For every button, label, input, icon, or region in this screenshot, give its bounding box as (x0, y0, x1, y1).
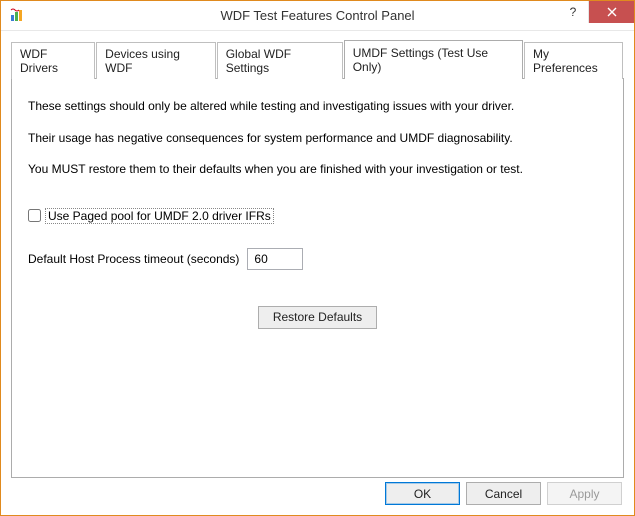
tab-global-wdf-settings[interactable]: Global WDF Settings (217, 42, 343, 79)
tab-label: WDF Drivers (20, 47, 58, 75)
paged-pool-checkbox[interactable] (28, 209, 41, 222)
tab-label: UMDF Settings (Test Use Only) (353, 46, 488, 74)
close-icon (607, 7, 617, 17)
info-paragraph-1: These settings should only be altered wh… (28, 99, 607, 115)
tab-label: Devices using WDF (105, 47, 180, 75)
dialog-button-row: OK Cancel Apply (385, 482, 622, 505)
help-button[interactable]: ? (558, 1, 588, 23)
info-paragraph-2: Their usage has negative consequences fo… (28, 131, 607, 147)
restore-defaults-row: Restore Defaults (28, 306, 607, 329)
tab-umdf-settings[interactable]: UMDF Settings (Test Use Only) (344, 40, 523, 79)
tab-wdf-drivers[interactable]: WDF Drivers (11, 42, 95, 79)
window-controls: ? (558, 1, 634, 23)
tab-label: Global WDF Settings (226, 47, 291, 75)
close-button[interactable] (588, 1, 634, 23)
paged-pool-checkbox-row: Use Paged pool for UMDF 2.0 driver IFRs (28, 208, 274, 224)
tab-my-preferences[interactable]: My Preferences (524, 42, 623, 79)
tab-label: My Preferences (533, 47, 598, 75)
tab-panel-umdf-settings: These settings should only be altered wh… (11, 78, 624, 478)
timeout-input[interactable] (247, 248, 303, 270)
restore-defaults-button[interactable]: Restore Defaults (258, 306, 377, 329)
info-paragraph-3: You MUST restore them to their defaults … (28, 162, 607, 178)
ok-button[interactable]: OK (385, 482, 460, 505)
cancel-button[interactable]: Cancel (466, 482, 541, 505)
tab-strip: WDF Drivers Devices using WDF Global WDF… (11, 39, 624, 78)
paged-pool-checkbox-label[interactable]: Use Paged pool for UMDF 2.0 driver IFRs (45, 208, 274, 224)
client-area: WDF Drivers Devices using WDF Global WDF… (1, 31, 634, 515)
help-icon: ? (570, 5, 577, 19)
window-title: WDF Test Features Control Panel (1, 8, 634, 23)
timeout-label: Default Host Process timeout (seconds) (28, 252, 239, 266)
tab-devices-using-wdf[interactable]: Devices using WDF (96, 42, 216, 79)
timeout-row: Default Host Process timeout (seconds) (28, 248, 607, 270)
apply-button[interactable]: Apply (547, 482, 622, 505)
title-bar: WDF Test Features Control Panel ? (1, 1, 634, 31)
app-icon (9, 8, 25, 24)
